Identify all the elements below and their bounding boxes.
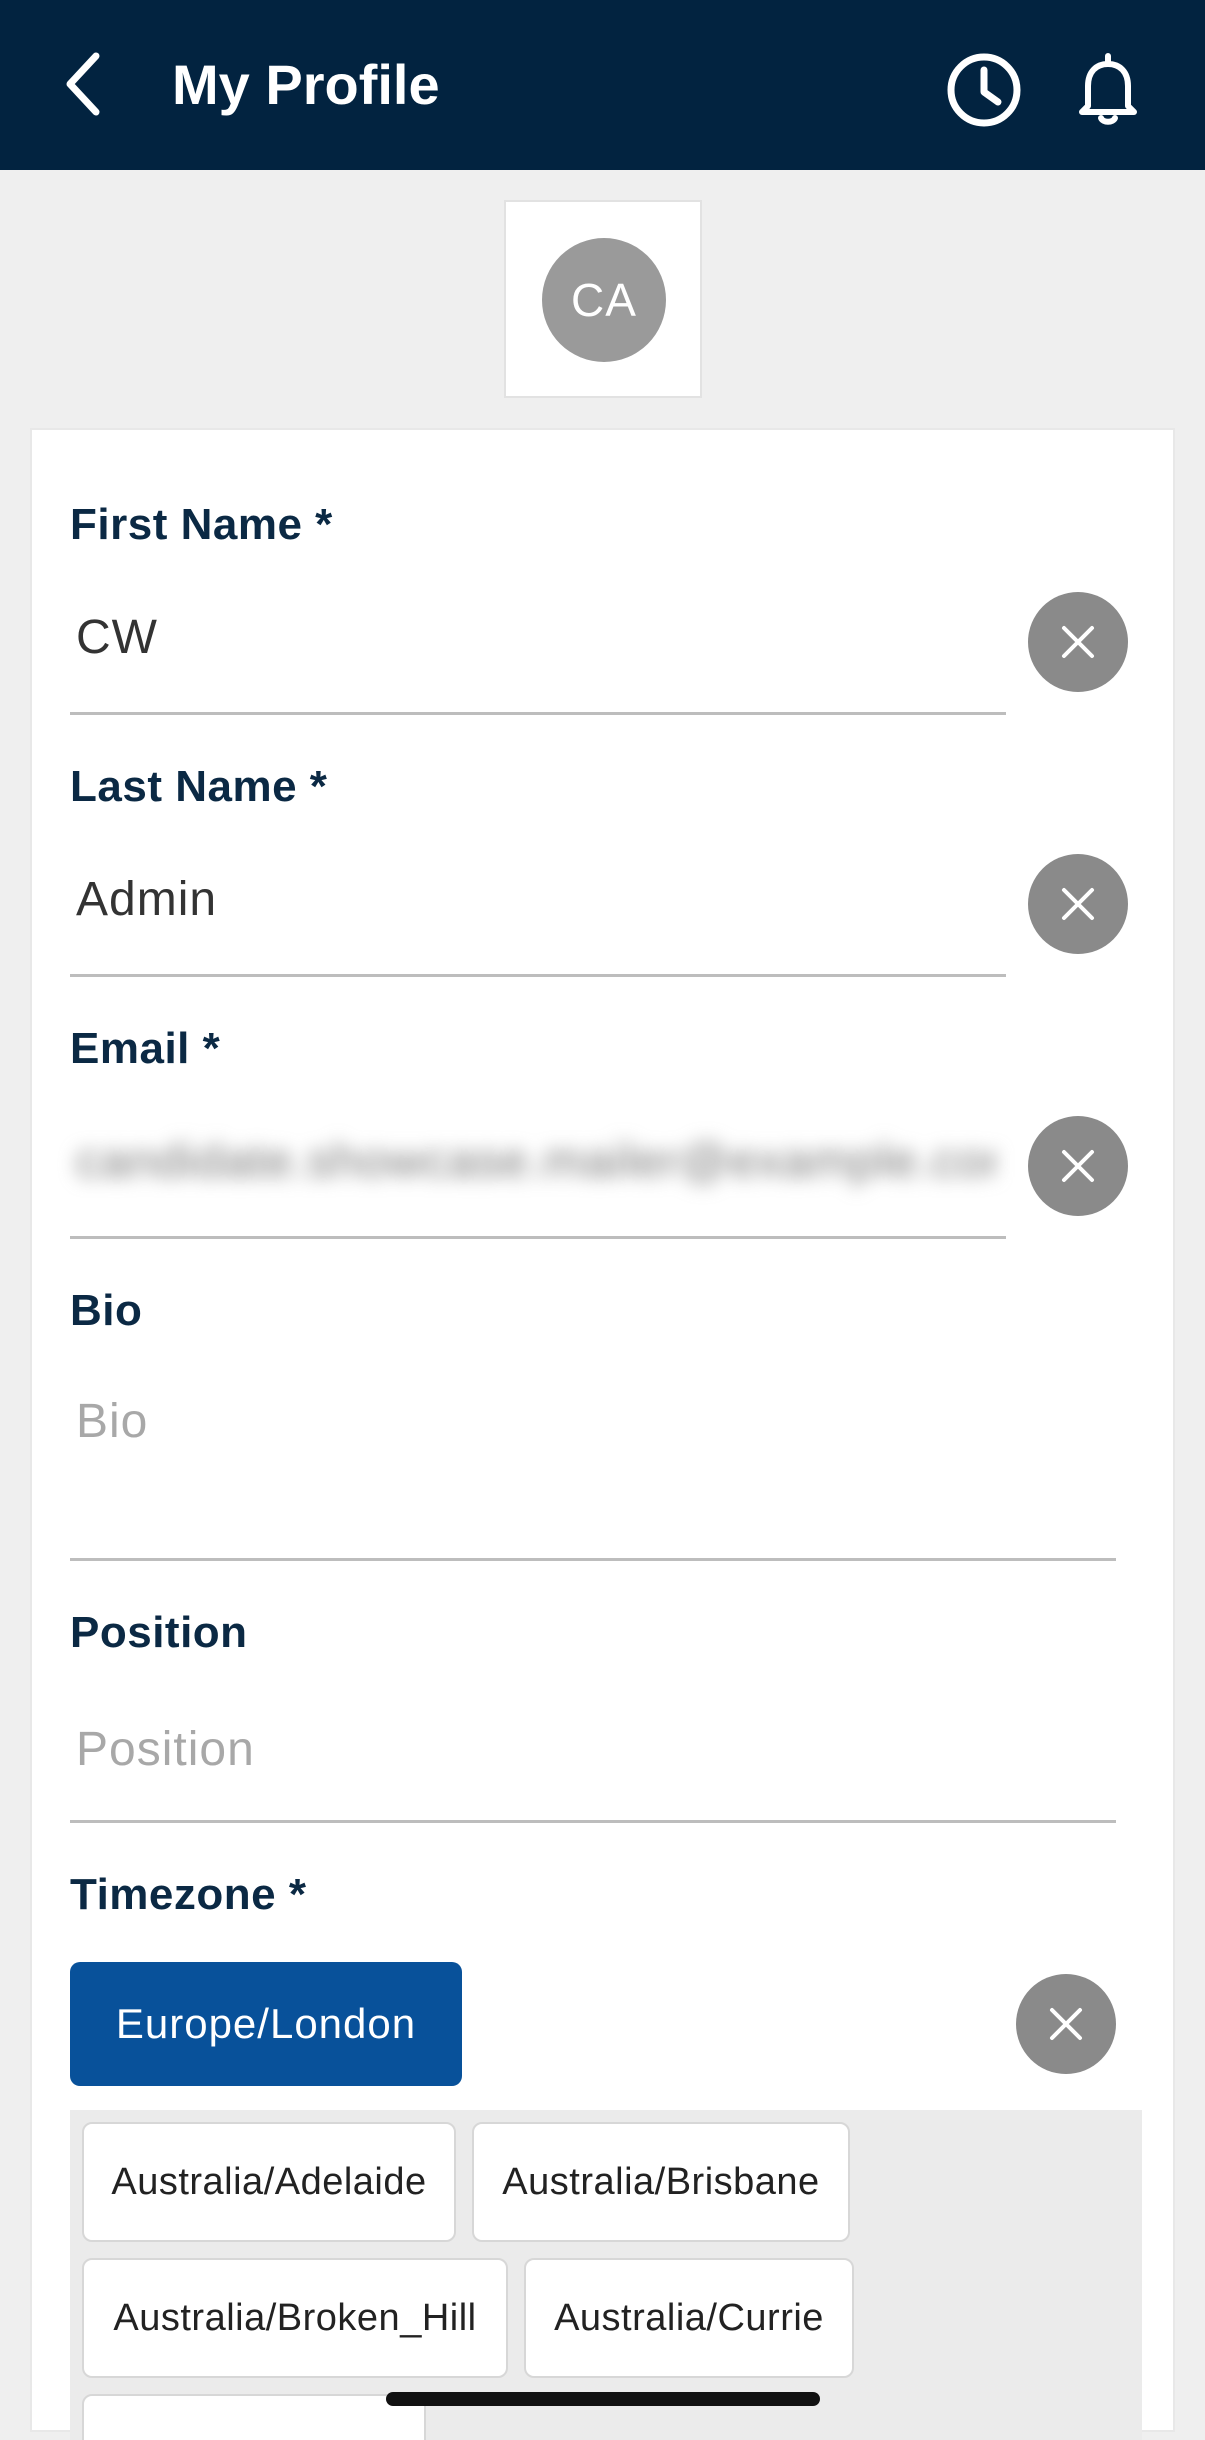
position-underline	[70, 1820, 1116, 1823]
app-header: My Profile	[0, 0, 1205, 170]
clear-first-name-button[interactable]	[1028, 592, 1128, 692]
clear-email-button[interactable]	[1028, 1116, 1128, 1216]
back-button[interactable]	[58, 50, 114, 118]
first-name-label: First Name *	[70, 500, 333, 549]
close-icon	[1062, 626, 1094, 658]
avatar[interactable]: CA	[542, 238, 666, 362]
timezone-option[interactable]: Australia/Brisbane	[472, 2122, 850, 2242]
email-input[interactable]: candidate.showcase.mailer@example.com	[76, 1134, 996, 1189]
first-name-input[interactable]: CW	[76, 610, 956, 665]
notifications-button[interactable]	[1068, 48, 1148, 128]
first-name-underline	[70, 712, 1006, 715]
email-label: Email *	[70, 1024, 221, 1073]
selected-timezone-chip[interactable]: Europe/London	[70, 1962, 462, 2086]
last-name-input[interactable]: Admin	[76, 872, 956, 927]
profile-form: First Name * CW Last Name * Admin Email …	[30, 428, 1175, 2440]
timezone-option[interactable]: Australia/Currie	[524, 2258, 854, 2378]
timezone-option[interactable]	[82, 2394, 426, 2440]
bio-label: Bio	[70, 1286, 143, 1335]
history-button[interactable]	[944, 48, 1024, 128]
timezone-options-panel[interactable]: Australia/Adelaide Australia/Brisbane Au…	[70, 2110, 1142, 2440]
timezone-label: Timezone *	[70, 1870, 307, 1919]
email-underline	[70, 1236, 1006, 1239]
position-input[interactable]: Position	[76, 1722, 1076, 1777]
bio-underline	[70, 1558, 1116, 1561]
timezone-option[interactable]: Australia/Adelaide	[82, 2122, 456, 2242]
close-icon	[1062, 888, 1094, 920]
last-name-underline	[70, 974, 1006, 977]
position-label: Position	[70, 1608, 248, 1657]
avatar-card[interactable]: CA	[504, 200, 702, 398]
home-indicator	[386, 2392, 820, 2406]
chevron-left-icon	[66, 52, 100, 116]
clock-icon	[947, 53, 1021, 127]
bell-icon	[1079, 53, 1137, 125]
bio-input[interactable]: Bio	[76, 1394, 1076, 1449]
close-icon	[1062, 1150, 1094, 1182]
last-name-label: Last Name *	[70, 762, 328, 811]
clear-timezone-button[interactable]	[1016, 1974, 1116, 2074]
clear-last-name-button[interactable]	[1028, 854, 1128, 954]
close-icon	[1050, 2008, 1082, 2040]
timezone-option[interactable]: Australia/Broken_Hill	[82, 2258, 508, 2378]
page-title: My Profile	[172, 53, 440, 116]
